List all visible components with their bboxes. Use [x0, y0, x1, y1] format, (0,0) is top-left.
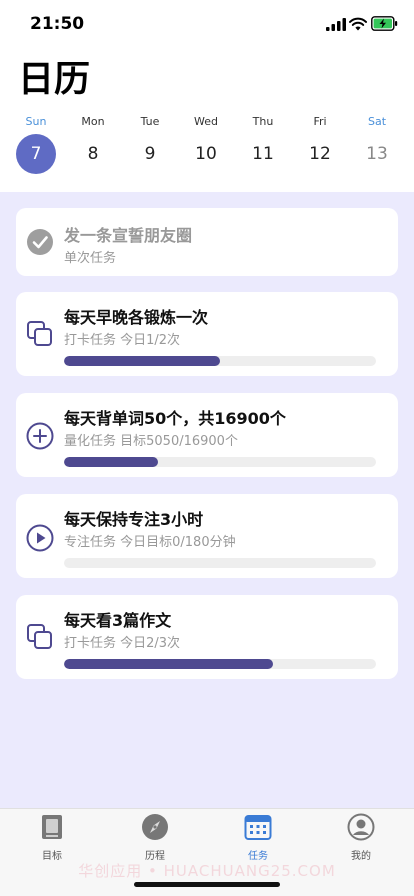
task-progress-bar	[64, 457, 376, 467]
day-sat[interactable]: Sat 13	[349, 112, 405, 188]
task-progress-fill	[64, 356, 220, 366]
status-time: 21:50	[30, 14, 85, 34]
task-title: 每天看3篇作文	[64, 611, 172, 630]
task-subtitle: 打卡任务 今日1/2次	[64, 333, 181, 348]
plus-circle-icon[interactable]	[26, 422, 54, 450]
task-progress-fill	[64, 659, 274, 669]
profile-icon	[347, 813, 375, 841]
day-mon[interactable]: Mon 8	[65, 112, 121, 188]
day-name: Fri	[313, 115, 327, 128]
task-card[interactable]: 发一条宣誓朋友圈 单次任务	[16, 208, 398, 276]
play-circle-icon[interactable]	[26, 524, 54, 552]
day-number: 8	[87, 144, 99, 164]
check-circle-icon[interactable]	[26, 228, 54, 256]
task-subtitle: 打卡任务 今日2/3次	[64, 636, 181, 651]
task-card[interactable]: 每天保持专注3小时 专注任务 今日目标0/180分钟	[16, 494, 398, 578]
day-name: Sun	[25, 115, 47, 128]
task-progress-fill	[64, 457, 158, 467]
calendar-icon	[244, 815, 272, 840]
day-sun[interactable]: Sun 7	[8, 112, 64, 188]
copy-icon[interactable]	[26, 623, 54, 651]
copy-icon[interactable]	[26, 320, 54, 348]
compass-icon	[142, 814, 168, 840]
day-name: Mon	[81, 115, 105, 128]
task-card[interactable]: 每天看3篇作文 打卡任务 今日2/3次	[16, 595, 398, 679]
task-progress-bar	[64, 659, 376, 669]
watermark: 华创应用 • HUACHUANG25.COM	[78, 862, 336, 880]
home-indicator	[134, 882, 280, 887]
task-progress-bar	[64, 558, 376, 568]
wifi-icon	[349, 17, 367, 31]
task-list: 发一条宣誓朋友圈 单次任务 每天早晚各锻炼一次 打卡任务 今日1/2次 每天背单…	[0, 192, 414, 808]
tab-goals[interactable]: 目标	[12, 813, 92, 865]
task-subtitle: 专注任务 今日目标0/180分钟	[64, 535, 236, 550]
task-subtitle: 量化任务 目标5050/16900个	[64, 434, 238, 449]
page-title: 日历	[18, 59, 91, 100]
day-number: 10	[195, 144, 217, 164]
tab-tasks[interactable]: 任务	[218, 813, 298, 865]
day-name: Thu	[252, 115, 274, 128]
day-fri[interactable]: Fri 12	[292, 112, 348, 188]
day-name: Wed	[194, 115, 218, 128]
tab-profile[interactable]: 我的	[321, 813, 401, 865]
status-bar: 21:50	[0, 0, 414, 48]
task-title: 每天早晚各锻炼一次	[64, 308, 209, 327]
day-number: 9	[144, 144, 156, 164]
task-title: 每天保持专注3小时	[64, 510, 204, 529]
day-number: 11	[252, 144, 274, 164]
task-title: 发一条宣誓朋友圈	[64, 226, 193, 245]
day-tue[interactable]: Tue 9	[122, 112, 178, 188]
battery-charging-icon	[371, 16, 398, 31]
day-name: Tue	[140, 115, 160, 128]
day-name: Sat	[367, 115, 387, 128]
signal-icon	[326, 18, 346, 31]
task-progress-bar	[64, 356, 376, 366]
day-thu[interactable]: Thu 11	[235, 112, 291, 188]
task-card[interactable]: 每天背单词50个，共16900个 量化任务 目标5050/16900个	[16, 393, 398, 477]
target-book-icon	[42, 815, 62, 839]
day-number: 13	[366, 144, 388, 164]
task-title: 每天背单词50个，共16900个	[64, 409, 286, 428]
week-strip: Sun 7 Mon 8 Tue 9 Wed 10 Thu 11 Fri 12 S…	[0, 112, 414, 192]
day-wed[interactable]: Wed 10	[178, 112, 234, 188]
task-subtitle: 单次任务	[64, 251, 117, 266]
day-number: 12	[309, 144, 331, 164]
task-card[interactable]: 每天早晚各锻炼一次 打卡任务 今日1/2次	[16, 292, 398, 376]
tab-journey[interactable]: 历程	[115, 813, 195, 865]
day-number: 7	[16, 134, 56, 174]
